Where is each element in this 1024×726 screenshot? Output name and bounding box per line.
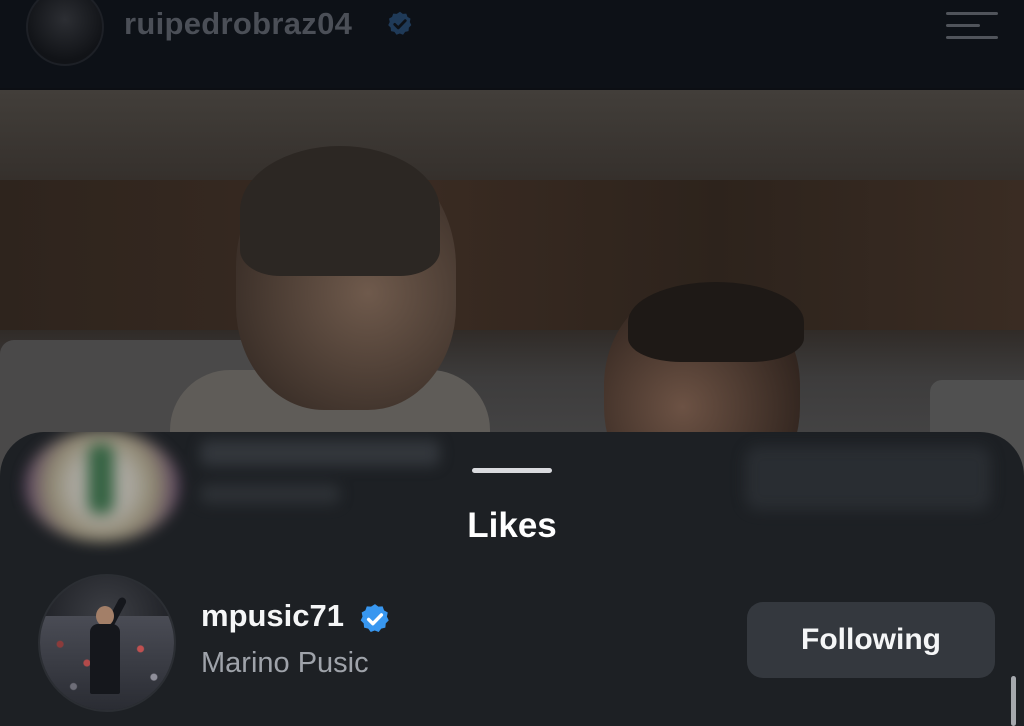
menu-line: [946, 36, 998, 39]
sheet-grabber-handle[interactable]: [472, 468, 552, 473]
menu-line: [946, 12, 998, 15]
likes-list: mpusic71 Marino Pusic Following: [0, 556, 1024, 726]
hamburger-menu-icon[interactable]: [946, 12, 998, 42]
profile-header: ruipedrobraz04: [0, 0, 1024, 88]
avatar-figure-body: [90, 624, 120, 694]
post-photo: [0, 90, 1024, 490]
list-item[interactable]: mpusic71 Marino Pusic Following: [0, 556, 1024, 726]
blurred-username: [200, 440, 440, 466]
following-button[interactable]: Following: [747, 602, 995, 678]
blurred-avatar-detail: [88, 444, 114, 514]
photo-wall-panel: [0, 180, 1024, 330]
photo-person-right-hair: [628, 282, 804, 362]
photo-person-left-hair: [240, 146, 440, 276]
sheet-title: Likes: [467, 506, 557, 545]
avatar-figure-head: [96, 606, 114, 626]
blurred-following-button: [745, 446, 991, 510]
list-item-username[interactable]: mpusic71: [201, 598, 344, 634]
list-item-full-name: Marino Pusic: [201, 647, 369, 679]
photo-ceiling: [0, 90, 1024, 180]
menu-line: [946, 24, 980, 27]
verified-badge-icon: [388, 11, 412, 35]
profile-avatar[interactable]: [26, 0, 104, 66]
verified-badge-icon: [360, 604, 389, 633]
profile-username[interactable]: ruipedrobraz04: [124, 6, 352, 42]
scroll-indicator[interactable]: [1011, 676, 1016, 726]
avatar[interactable]: [38, 574, 176, 712]
blurred-name: [200, 484, 340, 504]
